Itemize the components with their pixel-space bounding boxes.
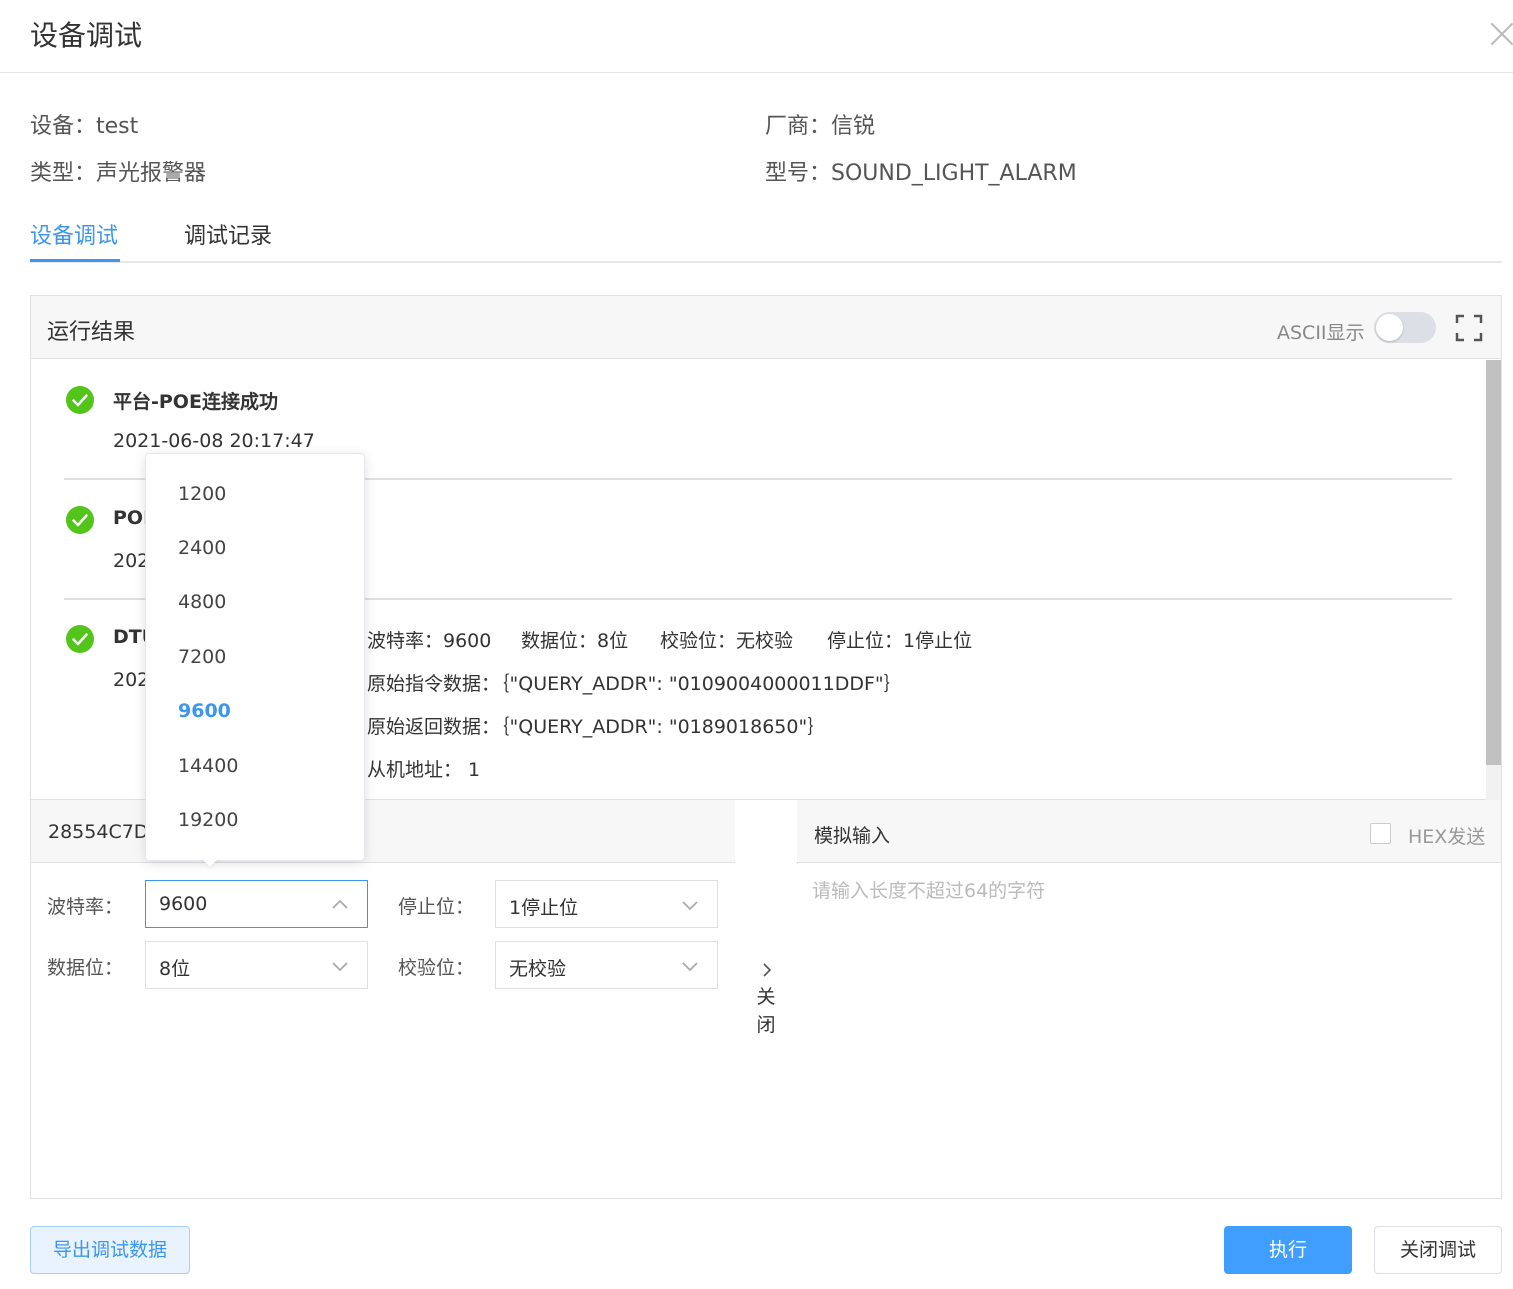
simulate-input-field[interactable] [797, 864, 1501, 1198]
result-title: 运行结果 [47, 320, 136, 345]
parity-select[interactable]: 无校验 [495, 941, 718, 989]
ascii-display-label: ASCII显示 [1277, 322, 1365, 344]
detail-baud: 波特率：9600 [367, 630, 492, 652]
data-bits-select[interactable]: 8位 [145, 941, 368, 989]
chevron-down-icon [332, 962, 348, 972]
hex-send-label[interactable]: HEX发送 [1408, 822, 1485, 849]
chevron-down-icon [682, 901, 698, 911]
entry-time: 202 [113, 669, 150, 691]
hex-send-checkbox[interactable] [1370, 823, 1391, 844]
toggle-knob [1376, 314, 1403, 341]
dropdown-option[interactable]: 2400 [178, 537, 226, 559]
entry-title: 平台-POE连接成功 [113, 391, 278, 413]
result-header: 运行结果 ASCII显示 [31, 296, 1501, 359]
stop-bits-label: 停止位： [398, 896, 475, 918]
dropdown-option[interactable]: 19200 [178, 809, 238, 831]
tab-device-debug[interactable]: 设备调试 [30, 218, 118, 250]
data-bits-label: 数据位： [47, 957, 124, 979]
simulate-input-title: 模拟输入 [814, 825, 891, 847]
data-bits-value: 8位 [159, 958, 191, 980]
parity-value: 无校验 [509, 958, 567, 980]
tab-debug-records[interactable]: 调试记录 [184, 218, 272, 250]
baud-rate-label: 波特率： [47, 896, 124, 918]
chevron-down-icon [682, 962, 698, 972]
detail-parity: 校验位：无校验 [660, 630, 794, 652]
active-tab-indicator [30, 259, 120, 262]
scrollbar-thumb[interactable] [1486, 360, 1501, 765]
entry-time: 202 [113, 550, 150, 572]
dropdown-option[interactable]: 7200 [178, 646, 226, 668]
ascii-display-toggle[interactable] [1374, 312, 1436, 343]
collapse-label: 关闭 [756, 986, 776, 1036]
detail-raw-command: 原始指令数据：｛"QUERY_ADDR": "0109004000011DDF"… [367, 673, 903, 695]
run-button[interactable]: 执行 [1224, 1226, 1352, 1274]
baud-rate-dropdown: 1200 2400 4800 7200 9600 14400 19200 [145, 453, 365, 861]
parity-label: 校验位： [398, 957, 475, 979]
result-scrollbar[interactable] [1486, 360, 1501, 800]
detail-databits: 数据位：8位 [521, 630, 629, 652]
serial-config-panel: 28554C7D [30, 800, 736, 1199]
close-debug-button[interactable]: 关闭调试 [1374, 1226, 1502, 1274]
success-check-icon [66, 386, 94, 414]
dialog-title: 设备调试 [30, 19, 143, 52]
serial-config-header: 28554C7D [31, 800, 735, 863]
stop-bits-value: 1停止位 [509, 897, 579, 919]
detail-slave-address: 从机地址： 1 [367, 759, 481, 781]
dropdown-option[interactable]: 4800 [178, 591, 226, 613]
detail-stopbits: 停止位：1停止位 [827, 630, 973, 652]
dropdown-option[interactable]: 14400 [178, 755, 238, 777]
device-vendor: 厂商：信锐 [765, 114, 876, 139]
chevron-up-icon [332, 899, 348, 909]
detail-raw-return: 原始返回数据：｛"QUERY_ADDR": "0189018650"｝ [367, 716, 827, 738]
device-id: 28554C7D [48, 821, 149, 843]
dialog-header: 设备调试 [0, 0, 1513, 73]
dropdown-option-selected[interactable]: 9600 [178, 700, 231, 722]
simulate-input-header: 模拟输入 HEX发送 [797, 800, 1501, 863]
stop-bits-select[interactable]: 1停止位 [495, 880, 718, 928]
baud-rate-select[interactable]: 9600 [145, 880, 368, 928]
device-type: 类型：声光报警器 [30, 161, 207, 186]
close-icon[interactable] [1488, 20, 1513, 48]
fullscreen-icon[interactable] [1455, 314, 1483, 342]
collapse-panel-toggle[interactable]: 关闭 [735, 800, 798, 1199]
export-debug-data-button[interactable]: 导出调试数据 [30, 1226, 190, 1274]
success-check-icon [66, 506, 94, 534]
dropdown-option[interactable]: 1200 [178, 483, 226, 505]
success-check-icon [66, 625, 94, 653]
chevron-right-icon [763, 963, 772, 977]
simulate-input-panel: 模拟输入 HEX发送 [797, 800, 1502, 1199]
dropdown-pointer [200, 857, 220, 867]
entry-time: 2021-06-08 20:17:47 [113, 430, 315, 452]
tab-divider [30, 261, 1502, 263]
device-name: 设备：test [30, 114, 139, 139]
device-model: 型号：SOUND_LIGHT_ALARM [765, 161, 1077, 186]
baud-rate-value: 9600 [159, 893, 208, 915]
